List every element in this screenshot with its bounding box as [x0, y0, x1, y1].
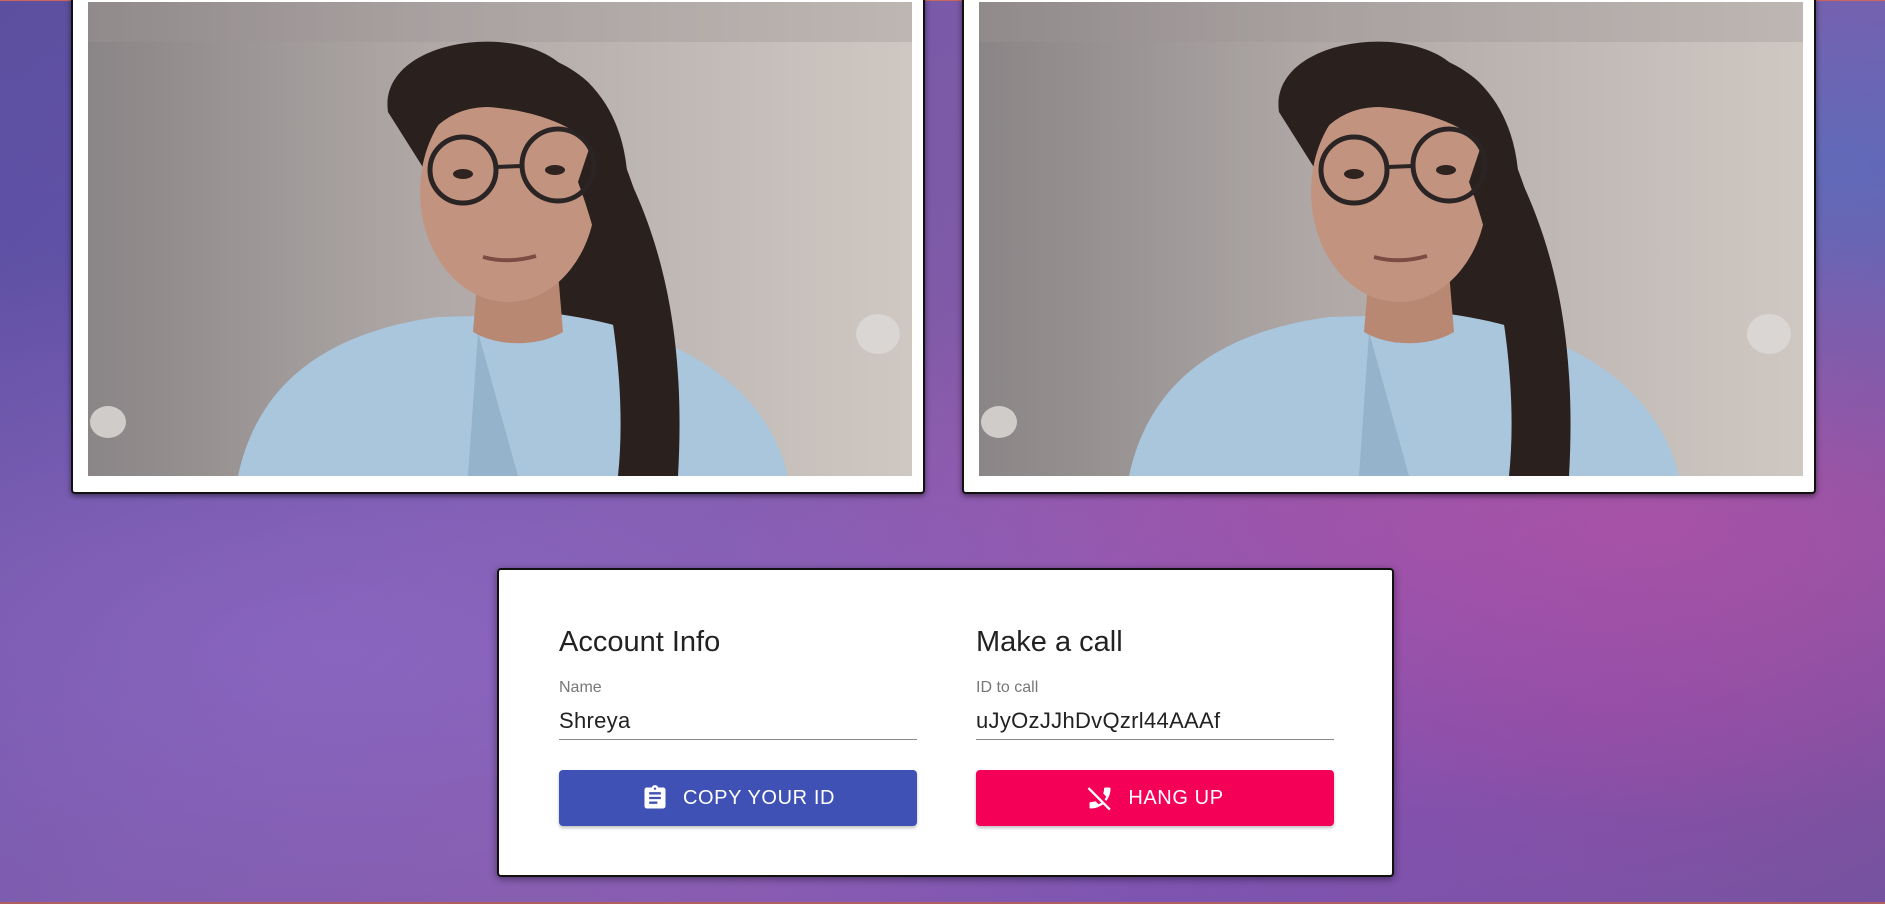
make-call-section: Make a call ID to call HANG UP	[976, 622, 1334, 826]
id-to-call-input[interactable]	[976, 704, 1334, 740]
name-field	[559, 704, 917, 740]
hang-up-label: HANG UP	[1128, 786, 1224, 809]
user-video-feed	[979, 2, 1803, 476]
name-input[interactable]	[559, 704, 917, 740]
account-info-section: Account Info Name COPY YOUR ID	[559, 622, 917, 826]
my-video-feed	[88, 2, 912, 476]
name-label: Name	[559, 679, 602, 696]
make-call-title: Make a call	[976, 626, 1123, 658]
options-panel: Account Info Name COPY YOUR ID Make a ca…	[497, 568, 1394, 877]
copy-id-label: COPY YOUR ID	[682, 786, 836, 809]
copy-id-button[interactable]: COPY YOUR ID	[559, 770, 917, 826]
phone-disabled-icon	[1086, 784, 1114, 812]
user-video-card	[962, 0, 1816, 494]
id-to-call-label: ID to call	[976, 679, 1039, 696]
clipboard-icon	[641, 784, 669, 812]
id-to-call-field	[976, 704, 1334, 740]
account-info-title: Account Info	[559, 626, 721, 658]
hang-up-button[interactable]: HANG UP	[976, 770, 1334, 826]
user-video	[979, 2, 1803, 476]
my-video-card	[71, 0, 925, 494]
my-video	[88, 2, 912, 476]
